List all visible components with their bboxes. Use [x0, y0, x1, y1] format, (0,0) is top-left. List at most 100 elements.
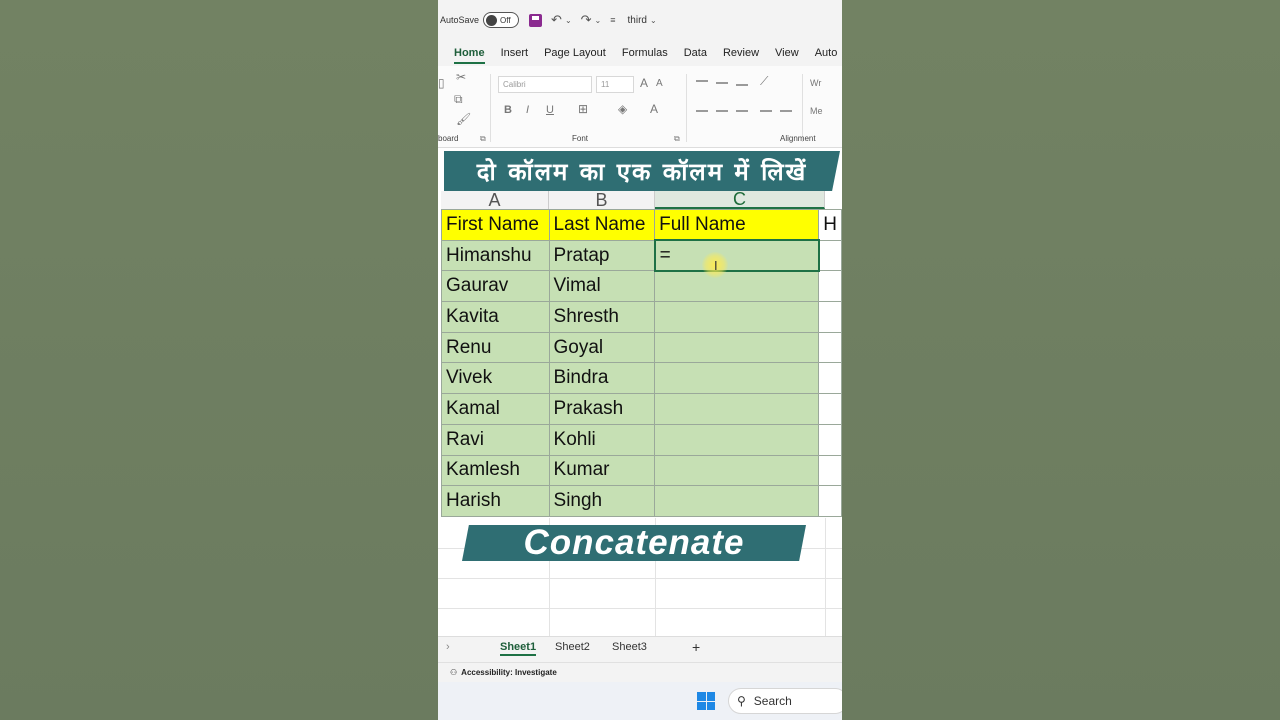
- cell-c[interactable]: [654, 301, 820, 333]
- cell-d[interactable]: [818, 362, 842, 395]
- cell-c[interactable]: [654, 485, 820, 517]
- fill-color-icon[interactable]: ◈: [618, 102, 627, 116]
- file-name[interactable]: third: [628, 15, 647, 26]
- underline-button[interactable]: U: [546, 104, 554, 116]
- cell-d1[interactable]: H: [818, 209, 842, 241]
- cell-d[interactable]: [818, 331, 842, 364]
- cell-d[interactable]: [818, 301, 842, 333]
- cell-d[interactable]: [818, 270, 842, 303]
- cell-a[interactable]: Vivek: [441, 362, 550, 395]
- increase-indent-icon[interactable]: [780, 110, 792, 112]
- active-cell-c2[interactable]: =: [653, 239, 820, 272]
- bottom-align-icon[interactable]: [736, 84, 748, 86]
- cell-a1[interactable]: First Name: [441, 209, 550, 241]
- tab-review[interactable]: Review: [723, 40, 759, 66]
- cell-b[interactable]: Kumar: [548, 454, 656, 487]
- divider: [686, 74, 687, 142]
- align-center-icon[interactable]: [716, 110, 728, 112]
- cell-a[interactable]: Kamlesh: [441, 454, 550, 487]
- scroll-left-icon[interactable]: ›: [446, 641, 450, 653]
- dialog-launcher-icon[interactable]: ⧉: [674, 134, 680, 144]
- tab-automate[interactable]: Auto: [815, 40, 838, 66]
- format-painter-icon[interactable]: 🖌: [456, 112, 471, 126]
- top-align-icon[interactable]: [696, 80, 708, 82]
- customize-toolbar-icon[interactable]: ≡: [610, 15, 615, 25]
- cell-a[interactable]: Himanshu: [441, 239, 550, 272]
- table-header-row: First Name Last Name Full Name H: [441, 209, 842, 241]
- cell-b[interactable]: Pratap: [548, 239, 656, 272]
- chevron-down-icon[interactable]: ⌄: [595, 16, 602, 25]
- tab-home[interactable]: Home: [454, 40, 485, 66]
- tab-insert[interactable]: Insert: [501, 40, 529, 66]
- increase-font-icon[interactable]: A: [640, 76, 648, 90]
- cell-a[interactable]: Renu: [441, 331, 550, 364]
- cell-c[interactable]: [654, 393, 820, 425]
- cell-b[interactable]: Prakash: [548, 393, 656, 425]
- cell-a[interactable]: Ravi: [441, 423, 550, 456]
- decrease-font-icon[interactable]: A: [656, 78, 663, 89]
- cell-b[interactable]: Singh: [548, 485, 656, 517]
- cell-c1[interactable]: Full Name: [654, 209, 820, 241]
- bold-button[interactable]: B: [504, 104, 512, 116]
- dialog-launcher-icon[interactable]: ⧉: [480, 134, 486, 144]
- cell-c[interactable]: [654, 331, 820, 364]
- tab-formulas[interactable]: Formulas: [622, 40, 668, 66]
- accessibility-icon[interactable]: ⚇: [450, 668, 457, 677]
- accessibility-status[interactable]: Accessibility: Investigate: [461, 668, 557, 677]
- italic-button[interactable]: I: [526, 104, 529, 116]
- merge-center-icon[interactable]: Me: [810, 106, 823, 116]
- font-color-icon[interactable]: A: [650, 102, 658, 116]
- taskbar-search[interactable]: ⚲ Search: [728, 688, 842, 714]
- cell-d[interactable]: [818, 485, 842, 517]
- align-right-icon[interactable]: [736, 110, 748, 112]
- redo-icon[interactable]: ↷: [581, 12, 592, 28]
- cell-b1[interactable]: Last Name: [548, 209, 656, 241]
- tab-page-layout[interactable]: Page Layout: [544, 40, 606, 66]
- cell-d[interactable]: [818, 454, 842, 487]
- align-left-icon[interactable]: [696, 110, 708, 112]
- cell-c[interactable]: [654, 270, 820, 303]
- wrap-text-icon[interactable]: Wr: [810, 78, 821, 88]
- hindi-banner: दो कॉलम का एक कॉलम में लिखें: [444, 151, 840, 191]
- tab-sheet1[interactable]: Sheet1: [500, 641, 537, 656]
- cut-icon[interactable]: ✂: [456, 70, 466, 84]
- orientation-icon[interactable]: ⟋: [760, 74, 768, 89]
- cell-b[interactable]: Shresth: [548, 301, 656, 333]
- tab-sheet2[interactable]: Sheet2: [555, 641, 590, 653]
- cell-c[interactable]: [654, 454, 820, 487]
- cell-a[interactable]: Gaurav: [441, 270, 550, 303]
- cell-a[interactable]: Kamal: [441, 393, 550, 425]
- font-size-select[interactable]: 11: [596, 76, 634, 93]
- decrease-indent-icon[interactable]: [760, 110, 772, 112]
- copy-icon[interactable]: ⧉: [454, 92, 463, 107]
- cell-b[interactable]: Kohli: [548, 423, 656, 456]
- paste-icon[interactable]: ▯: [438, 76, 445, 90]
- chevron-down-icon[interactable]: ⌄: [650, 16, 657, 25]
- middle-align-icon[interactable]: [716, 82, 728, 84]
- save-icon[interactable]: [529, 13, 543, 27]
- tab-data[interactable]: Data: [684, 40, 707, 66]
- tab-sheet3[interactable]: Sheet3: [612, 641, 647, 653]
- cell-d[interactable]: [818, 239, 842, 272]
- windows-start-icon[interactable]: [697, 692, 715, 710]
- chevron-down-icon[interactable]: ⌄: [565, 16, 572, 25]
- cell-a[interactable]: Kavita: [441, 301, 550, 333]
- tab-view[interactable]: View: [775, 40, 799, 66]
- cell-d[interactable]: [818, 393, 842, 425]
- undo-icon[interactable]: ↶: [551, 12, 562, 28]
- column-header-c[interactable]: C: [655, 189, 825, 209]
- cell-b[interactable]: Goyal: [548, 331, 656, 364]
- cell-c[interactable]: [654, 362, 820, 395]
- cell-b[interactable]: Vimal: [548, 270, 656, 303]
- font-name-select[interactable]: Calibri: [498, 76, 592, 93]
- divider: [802, 74, 803, 142]
- cell-a[interactable]: Harish: [441, 485, 550, 517]
- column-header-a[interactable]: A: [441, 190, 549, 210]
- cell-c[interactable]: [654, 423, 820, 456]
- add-sheet-button[interactable]: +: [692, 639, 700, 655]
- cell-b[interactable]: Bindra: [548, 362, 656, 395]
- column-header-b[interactable]: B: [549, 190, 655, 210]
- borders-icon[interactable]: ⊞: [578, 102, 588, 116]
- cell-d[interactable]: [818, 423, 842, 456]
- autosave-toggle[interactable]: Off: [483, 12, 520, 28]
